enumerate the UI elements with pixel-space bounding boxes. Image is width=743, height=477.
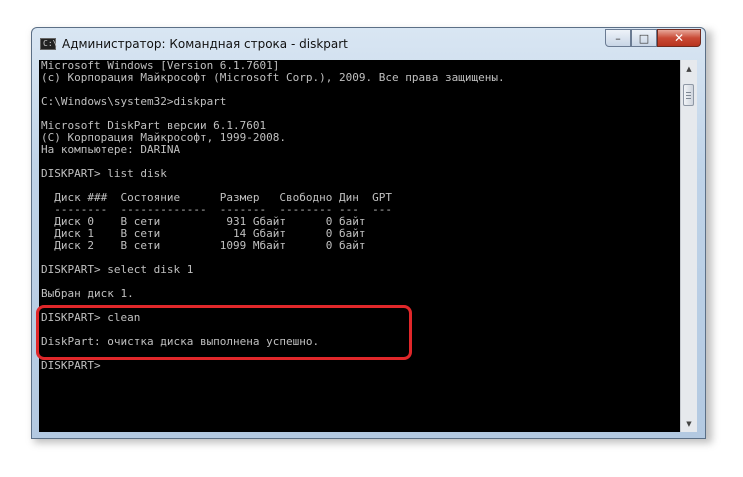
vertical-scrollbar[interactable]: ▲ ▼ xyxy=(680,60,697,432)
scroll-down-arrow-icon[interactable]: ▼ xyxy=(681,415,697,432)
console-line: На компьютере: DARINA xyxy=(41,143,181,156)
console-output[interactable]: Microsoft Windows [Version 6.1.7601] (c)… xyxy=(39,60,680,432)
cmd-icon-text: C:\ xyxy=(43,39,58,48)
command-prompt-window: C:\ Администратор: Командная строка - di… xyxy=(31,27,706,439)
scroll-up-arrow-icon[interactable]: ▲ xyxy=(681,60,697,77)
close-button[interactable]: ✕ xyxy=(657,29,701,47)
console-line: DISKPART> select disk 1 xyxy=(41,263,194,276)
maximize-button[interactable]: □ xyxy=(631,29,657,47)
minimize-button[interactable]: – xyxy=(605,29,631,47)
console-line: Выбран диск 1. xyxy=(41,287,134,300)
scroll-thumb[interactable] xyxy=(683,84,694,106)
close-icon: ✕ xyxy=(673,31,685,45)
console-line: DISKPART> xyxy=(41,359,108,372)
thumb-grip-line xyxy=(686,98,691,99)
title-bar[interactable]: C:\ Администратор: Командная строка - di… xyxy=(32,28,705,60)
maximize-icon: □ xyxy=(638,31,650,45)
window-title: Администратор: Командная строка - diskpa… xyxy=(62,37,348,51)
minimize-icon: – xyxy=(615,31,621,45)
window-controls: – □ ✕ xyxy=(605,29,701,48)
console-line: (c) Корпорация Майкрософт (Microsoft Cor… xyxy=(41,71,505,84)
thumb-grip-line xyxy=(686,92,691,93)
thumb-grip-line xyxy=(686,95,691,96)
console-line: DISKPART> list disk xyxy=(41,167,167,180)
cmd-icon[interactable]: C:\ xyxy=(40,38,58,50)
clean-command-highlight xyxy=(36,305,412,360)
console-line: C:\Windows\system32>diskpart xyxy=(41,95,227,108)
console-line: Диск 2 В сети 1099 Мбайт 0 байт xyxy=(41,239,366,252)
